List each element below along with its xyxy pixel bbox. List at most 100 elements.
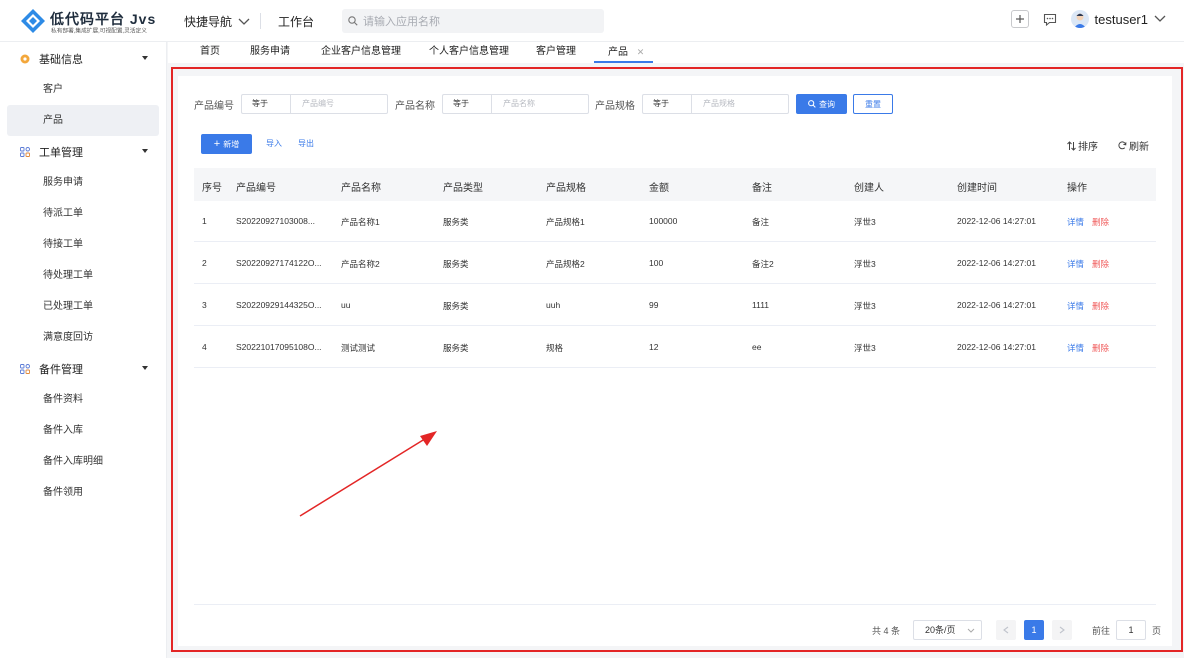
divider — [260, 13, 261, 29]
detail-link[interactable]: 详情 — [1067, 216, 1084, 228]
sidebar-item-parts-inbound[interactable]: 备件入库 — [7, 415, 159, 446]
sidebar-item-customer[interactable]: 客户 — [7, 74, 159, 105]
tab-label: 产品 — [608, 47, 628, 58]
workbench-link[interactable]: 工作台 — [278, 13, 314, 30]
cell-product-code: S20220929144325O... — [236, 300, 322, 310]
cell-created-time: 2022-12-06 14:27:01 — [957, 342, 1036, 352]
refresh-icon — [1118, 141, 1127, 150]
filter-label: 产品规格 — [595, 100, 635, 112]
app-search-input[interactable]: 请输入应用名称 — [342, 9, 604, 33]
table-row: 1 S20220927103008... 产品名称1 服务类 产品规格1 100… — [194, 201, 1156, 242]
detail-link[interactable]: 详情 — [1067, 300, 1084, 312]
detail-link[interactable]: 详情 — [1067, 342, 1084, 354]
column-header: 创建人 — [854, 183, 884, 194]
sidebar-item-parts-usage[interactable]: 备件领用 — [7, 477, 159, 508]
page-number-button[interactable]: 1 — [1024, 620, 1044, 640]
quick-nav-dropdown[interactable]: 快捷导航 — [184, 13, 250, 30]
tab-enterprise-customer[interactable]: 企业客户信息管理 — [321, 42, 401, 63]
tab-customer-mgmt[interactable]: 客户管理 — [536, 42, 576, 63]
operator-select[interactable]: 等于 — [241, 94, 290, 114]
tab-bar: 首页 服务申请 企业客户信息管理 个人客户信息管理 客户管理 产品 ✕ — [168, 42, 1184, 63]
cell-remark: 备注2 — [752, 259, 774, 269]
caret-down-icon — [142, 366, 148, 370]
operator-select[interactable]: 等于 — [642, 94, 691, 114]
caret-down-icon — [142, 56, 148, 60]
main-panel: 产品编号 等于 产品编号 产品名称 等于 产品名称 产品规格 等于 产品规格 查… — [178, 76, 1172, 646]
column-header: 备注 — [752, 183, 772, 194]
sidebar-item-satisfaction[interactable]: 满意度回访 — [7, 322, 159, 353]
cell-creator: 浮世3 — [854, 301, 876, 311]
sidebar-group-label: 备件管理 — [39, 363, 83, 376]
user-menu[interactable]: testuser1 — [1070, 10, 1166, 28]
add-new-button[interactable]: + 新增 — [201, 134, 252, 154]
delete-link[interactable]: 删除 — [1092, 258, 1109, 270]
sidebar-item-pending-dispatch[interactable]: 待派工单 — [7, 198, 159, 229]
cell-created-time: 2022-12-06 14:27:01 — [957, 216, 1036, 226]
sidebar-group-spare-parts[interactable]: 备件管理 — [0, 353, 166, 384]
product-code-input[interactable]: 产品编号 — [290, 94, 388, 114]
tab-home[interactable]: 首页 — [200, 42, 220, 63]
page-size-label: 20条/页 — [925, 625, 956, 635]
username: testuser1 — [1094, 11, 1148, 27]
cell-created-time: 2022-12-06 14:27:01 — [957, 258, 1036, 268]
prev-page-button[interactable] — [996, 620, 1016, 640]
sidebar-group-ticket-mgmt[interactable]: 工单管理 — [0, 136, 166, 167]
page-jump: 前往 1 页 — [1092, 620, 1161, 640]
cell-product-name: 产品名称2 — [341, 259, 380, 269]
cell-amount: 100000 — [649, 216, 678, 226]
sidebar-item-service-request[interactable]: 服务申请 — [7, 167, 159, 198]
page-size-select[interactable]: 20条/页 — [913, 620, 982, 640]
sidebar-item-processed[interactable]: 已处理工单 — [7, 291, 159, 322]
plus-icon: + — [213, 138, 221, 150]
cell-product-spec: 规格 — [546, 343, 564, 353]
cell-amount: 100 — [649, 258, 664, 268]
close-icon[interactable]: ✕ — [637, 47, 645, 57]
chevron-left-icon — [1003, 626, 1009, 634]
add-button[interactable] — [1010, 10, 1029, 28]
sidebar-item-pending-process[interactable]: 待处理工单 — [7, 260, 159, 291]
sort-label: 排序 — [1078, 142, 1098, 153]
cell-product-name: 产品名称1 — [341, 217, 380, 227]
chevron-right-icon — [1059, 626, 1065, 634]
reset-button[interactable]: 重置 — [853, 94, 893, 114]
filter-product-code: 产品编号 等于 产品编号 — [194, 94, 388, 114]
sidebar-item-pending-accept[interactable]: 待接工单 — [7, 229, 159, 260]
cell-created-time: 2022-12-06 14:27:01 — [957, 300, 1036, 310]
refresh-button[interactable]: 刷新 — [1118, 138, 1149, 153]
export-link[interactable]: 导出 — [298, 138, 314, 149]
tab-personal-customer[interactable]: 个人客户信息管理 — [429, 42, 509, 63]
caret-down-icon — [142, 149, 148, 153]
sort-button[interactable]: 排序 — [1067, 138, 1098, 153]
delete-link[interactable]: 删除 — [1092, 300, 1109, 312]
query-button[interactable]: 查询 — [796, 94, 847, 114]
sidebar-item-product[interactable]: 产品 — [7, 105, 159, 136]
delete-link[interactable]: 删除 — [1092, 216, 1109, 228]
cell-product-code: S20221017095108O... — [236, 342, 322, 352]
operator-select[interactable]: 等于 — [442, 94, 491, 114]
detail-link[interactable]: 详情 — [1067, 258, 1084, 270]
delete-link[interactable]: 删除 — [1092, 342, 1109, 354]
cell-product-spec: uuh — [546, 300, 561, 310]
next-page-button[interactable] — [1052, 620, 1072, 640]
cell-product-name: uu — [341, 300, 351, 310]
message-icon[interactable] — [1043, 13, 1057, 26]
cell-remark: 1111 — [752, 300, 770, 310]
goto-label: 前往 — [1092, 625, 1111, 636]
sidebar-item-parts-data[interactable]: 备件资料 — [7, 384, 159, 415]
product-spec-input[interactable]: 产品规格 — [691, 94, 789, 114]
filter-label: 产品名称 — [395, 100, 435, 112]
column-header: 操作 — [1067, 183, 1087, 194]
column-header: 产品名称 — [341, 183, 381, 194]
filter-product-spec: 产品规格 等于 产品规格 — [595, 94, 789, 114]
column-header: 产品规格 — [546, 183, 586, 194]
page-jump-input[interactable]: 1 — [1116, 620, 1147, 640]
product-name-input[interactable]: 产品名称 — [491, 94, 589, 114]
sidebar-group-basic-info[interactable]: 基础信息 — [0, 43, 166, 74]
cell-product-code: S20220927174122O... — [236, 258, 322, 268]
cell-product-name: 测试测试 — [341, 343, 376, 353]
import-link[interactable]: 导入 — [266, 138, 282, 149]
sidebar-item-parts-inbound-detail[interactable]: 备件入库明细 — [7, 446, 159, 477]
sidebar: 基础信息 客户 产品 工单管理 服务申请 待派工单 待接工单 待处理工单 已处理… — [0, 42, 167, 658]
tab-product[interactable]: 产品 ✕ — [594, 42, 653, 63]
tab-service-request[interactable]: 服务申请 — [250, 42, 290, 63]
